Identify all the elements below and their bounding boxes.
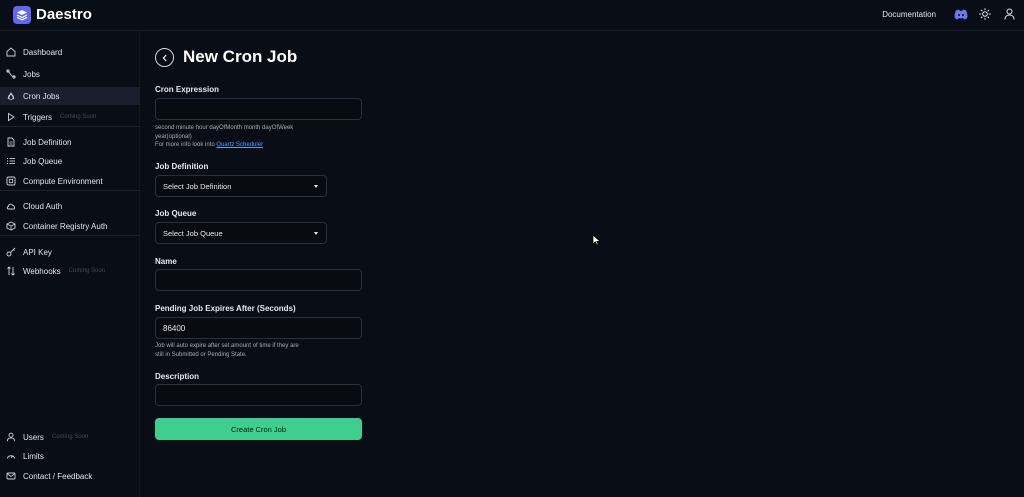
server-icon <box>6 176 16 186</box>
sidebar-item-label: Jobs <box>23 69 40 79</box>
sidebar-item-container-registry-auth[interactable]: Container Registry Auth <box>0 217 140 235</box>
name-label: Name <box>155 257 177 266</box>
job-queue-label: Job Queue <box>155 209 197 218</box>
documentation-link[interactable]: Documentation <box>882 10 936 19</box>
sidebar-item-label: Compute Environment <box>23 176 103 186</box>
description-input[interactable] <box>155 384 362 406</box>
create-cron-job-button[interactable]: Create Cron Job <box>155 418 362 440</box>
cron-expression-help: second minute hour dayOfMonth month dayO… <box>155 124 355 150</box>
sidebar-item-label: Webhooks <box>23 266 61 276</box>
brand-name: Daestro <box>36 6 92 23</box>
coming-soon-badge: Coming Soon <box>60 114 97 120</box>
brand[interactable]: Daestro <box>13 6 92 24</box>
sidebar-item-api-key[interactable]: API Key <box>0 243 140 261</box>
expires-help-line: Job will auto expire after set amount of… <box>155 343 299 349</box>
expires-label: Pending Job Expires After (Seconds) <box>155 304 296 313</box>
sidebar-item-label: Contact / Feedback <box>23 471 93 481</box>
sidebar-item-label: API Key <box>23 247 52 257</box>
user-icon[interactable] <box>1002 7 1016 21</box>
sidebar-item-job-definition[interactable]: Job Definition <box>0 133 140 151</box>
page-title: New Cron Job <box>183 47 298 66</box>
cron-expression-input[interactable] <box>155 98 362 120</box>
sidebar-item-label: Dashboard <box>23 47 63 57</box>
daestro-logo-icon <box>13 6 31 24</box>
cron-help-prefix: For more info look into <box>155 142 215 148</box>
gauge-icon <box>6 451 16 461</box>
theme-toggle-icon[interactable] <box>978 7 992 21</box>
job-definition-label: Job Definition <box>155 162 209 171</box>
expires-help-line: still in Submitted or Pending State. <box>155 351 247 358</box>
sidebar-item-label: Cron Jobs <box>23 91 60 101</box>
coming-soon-badge: Coming Soon <box>51 434 89 440</box>
sidebar-item-label: Job Queue <box>23 156 63 166</box>
mouse-cursor-icon <box>592 234 601 246</box>
sidebar-item-users[interactable]: Users Coming Soon <box>0 428 140 446</box>
jobs-icon <box>6 69 16 79</box>
cron-expression-label: Cron Expression <box>155 85 220 94</box>
cron-help-more-info: For more info look into Quartz Scheduler <box>155 141 355 150</box>
webhook-icon <box>6 266 16 276</box>
back-button[interactable] <box>155 48 174 67</box>
caret-down-icon <box>314 185 318 188</box>
sidebar-item-label: Container Registry Auth <box>23 221 108 231</box>
sidebar-item-jobs[interactable]: Jobs <box>0 65 140 83</box>
coming-soon-badge: Coming Soon <box>68 268 106 274</box>
cron-help-line: second minute hour dayOfMonth month dayO… <box>155 125 294 131</box>
sidebar-item-dashboard[interactable]: Dashboard <box>0 43 140 61</box>
sidebar-divider <box>0 235 140 236</box>
description-label: Description <box>155 372 200 381</box>
sidebar-item-cron-jobs[interactable]: Cron Jobs <box>0 87 140 105</box>
sidebar-item-contact-feedback[interactable]: Contact / Feedback <box>0 467 140 485</box>
quartz-scheduler-link[interactable]: Quartz Scheduler <box>216 142 263 148</box>
chevron-left-icon <box>162 54 167 61</box>
sidebar-item-triggers[interactable]: Triggers Coming Soon <box>0 108 140 126</box>
sidebar-item-compute-environment[interactable]: Compute Environment <box>0 172 140 190</box>
cron-help-line: year(optional) <box>155 133 192 140</box>
list-icon <box>6 156 16 166</box>
mail-icon <box>6 471 16 481</box>
sidebar-item-limits[interactable]: Limits <box>0 447 140 465</box>
sidebar: Dashboard Jobs Cron Jobs Triggers Coming… <box>0 31 140 497</box>
job-definition-selected-value: Select Job Definition <box>163 181 232 191</box>
sidebar-item-label: Limits <box>23 451 44 461</box>
home-icon <box>6 47 16 57</box>
sidebar-item-label: Job Definition <box>23 137 72 147</box>
sidebar-item-cloud-auth[interactable]: Cloud Auth <box>0 197 140 215</box>
name-input[interactable] <box>155 269 362 291</box>
users-icon <box>6 432 16 442</box>
sidebar-item-label: Triggers <box>23 112 53 122</box>
caret-down-icon <box>314 232 318 235</box>
sidebar-divider <box>0 126 140 127</box>
sidebar-item-job-queue[interactable]: Job Queue <box>0 152 140 170</box>
cloud-icon <box>6 201 16 211</box>
cron-icon <box>6 91 16 101</box>
expires-help: Job will auto expire after set amount of… <box>155 342 355 359</box>
expires-input[interactable] <box>155 317 362 339</box>
file-icon <box>6 137 16 147</box>
sidebar-item-webhooks[interactable]: Webhooks Coming Soon <box>0 262 140 280</box>
sidebar-divider <box>0 190 140 191</box>
job-queue-selected-value: Select Job Queue <box>163 228 223 238</box>
sidebar-item-label: Cloud Auth <box>23 201 63 211</box>
play-icon <box>6 112 16 122</box>
discord-icon[interactable] <box>954 7 968 21</box>
job-definition-select[interactable]: Select Job Definition <box>155 175 327 197</box>
key-icon <box>6 247 16 257</box>
job-queue-select[interactable]: Select Job Queue <box>155 222 327 244</box>
sidebar-item-label: Users <box>23 432 44 442</box>
package-icon <box>6 221 16 231</box>
top-bar: Daestro Documentation <box>0 0 1024 31</box>
